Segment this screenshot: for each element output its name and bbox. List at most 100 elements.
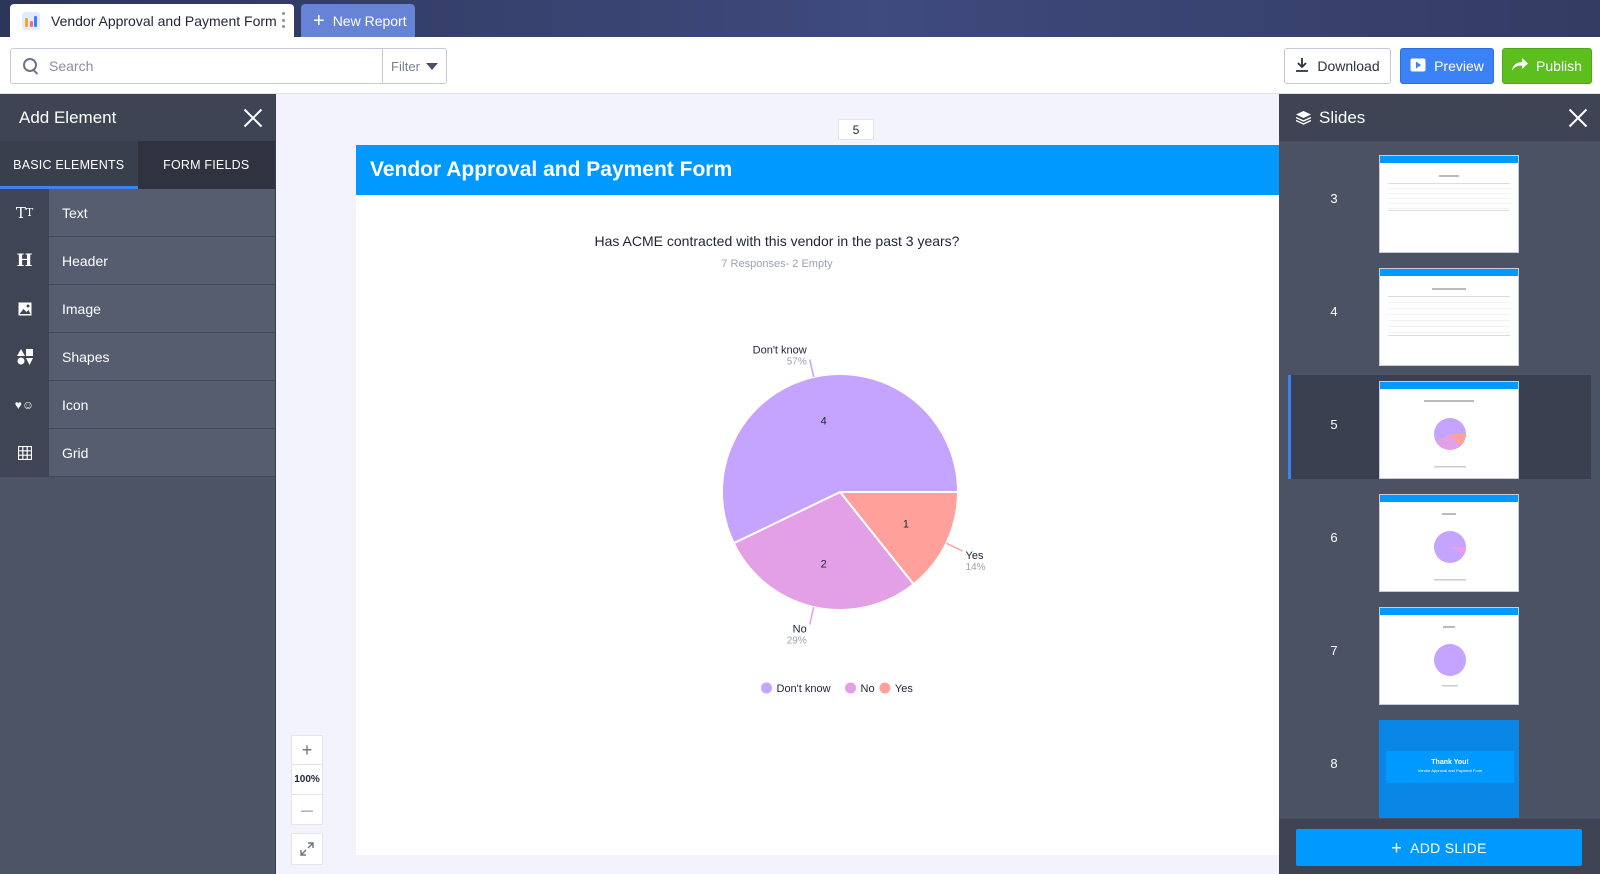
download-button[interactable]: Download bbox=[1284, 48, 1391, 84]
funnel-icon bbox=[425, 62, 438, 70]
slide-thumb-6[interactable]: 6 bbox=[1288, 488, 1591, 592]
slide-preview bbox=[1379, 155, 1519, 253]
play-icon bbox=[1410, 58, 1426, 75]
pie-leader-line bbox=[945, 542, 963, 552]
legend-swatch[interactable] bbox=[845, 682, 856, 694]
legend-label[interactable]: Yes bbox=[895, 683, 913, 695]
close-icon[interactable] bbox=[1568, 108, 1588, 128]
legend-label[interactable]: Don't know bbox=[777, 683, 831, 695]
slide-5[interactable]: Vendor Approval and Payment Form Has ACM… bbox=[356, 145, 1279, 855]
pie-leader-line bbox=[809, 606, 815, 625]
pie-value-label: 4 bbox=[821, 416, 827, 428]
legend-swatch[interactable] bbox=[879, 682, 891, 694]
toolbar: Filter Download Preview Publish bbox=[0, 37, 1600, 94]
preview-label: Preview bbox=[1434, 58, 1484, 74]
pie-slice-dont-know[interactable] bbox=[721, 373, 960, 545]
expand-icon bbox=[300, 842, 314, 856]
slides-panel: Slides 3 4 5 6 7 8 Thank You! Vendor App… bbox=[1279, 94, 1600, 874]
slide-preview bbox=[1379, 494, 1519, 592]
element-label: Grid bbox=[62, 444, 89, 461]
tab-report[interactable]: Vendor Approval and Payment Form bbox=[10, 4, 294, 37]
grid-icon bbox=[0, 428, 49, 477]
element-item-text[interactable]: TT Text bbox=[0, 188, 275, 237]
publish-label: Publish bbox=[1536, 58, 1582, 74]
slide-number: 6 bbox=[1330, 530, 1338, 545]
image-icon bbox=[0, 284, 49, 333]
shapes-icon bbox=[0, 332, 49, 381]
element-list: TT Text H Header Image Shapes ♥☺ Icon Gr… bbox=[0, 188, 275, 477]
thanks-subtitle: Vendor Approval and Payment Form bbox=[1417, 768, 1483, 773]
tab-menu-icon[interactable] bbox=[281, 12, 285, 28]
layers-icon bbox=[1295, 110, 1312, 125]
search-box: Filter bbox=[10, 48, 447, 84]
slide-title[interactable]: Vendor Approval and Payment Form bbox=[356, 145, 1279, 195]
tab-bar: Vendor Approval and Payment Form + New R… bbox=[0, 0, 1600, 37]
tab-form-fields[interactable]: FORM FIELDS bbox=[138, 141, 276, 189]
slide-number: 8 bbox=[1330, 756, 1338, 771]
slide-thumb-5[interactable]: 5 bbox=[1288, 375, 1591, 479]
slide-thumb-3[interactable]: 3 bbox=[1288, 149, 1591, 253]
add-element-panel: Add Element BASIC ELEMENTS FORM FIELDS T… bbox=[0, 94, 276, 874]
element-label: Image bbox=[62, 300, 101, 317]
element-item-grid[interactable]: Grid bbox=[0, 428, 275, 477]
pie-chart: 1Yes14%2No29%4Don't know57%Don't know No Y… bbox=[721, 344, 986, 695]
zoom-out-button[interactable]: — bbox=[291, 795, 323, 825]
pie-percent-label: 29% bbox=[787, 636, 807, 647]
slide-preview bbox=[1379, 607, 1519, 705]
chart-subtitle: 7 Responses- 2 Empty bbox=[721, 258, 833, 270]
add-element-title: Add Element bbox=[19, 107, 117, 127]
new-report-button[interactable]: + New Report bbox=[301, 4, 415, 37]
thanks-title: Thank You! bbox=[1431, 759, 1469, 766]
legend-label[interactable]: No bbox=[861, 683, 875, 695]
close-icon[interactable] bbox=[243, 108, 263, 128]
plus-icon: + bbox=[1391, 837, 1403, 858]
plus-icon: + bbox=[313, 9, 325, 32]
slide-thumb-7[interactable]: 7 bbox=[1288, 601, 1591, 705]
slide-number: 7 bbox=[1330, 643, 1338, 658]
text-icon: TT bbox=[0, 188, 49, 237]
report-logo-icon bbox=[22, 11, 40, 30]
zoom-in-button[interactable]: + bbox=[291, 735, 323, 765]
element-item-image[interactable]: Image bbox=[0, 284, 275, 333]
search-icon bbox=[23, 58, 39, 74]
download-icon bbox=[1295, 57, 1309, 76]
slide-preview bbox=[1379, 268, 1519, 366]
fullscreen-button[interactable] bbox=[291, 833, 323, 865]
slide-number: 3 bbox=[1330, 191, 1338, 206]
slide-preview bbox=[1379, 381, 1519, 479]
filter-label: Filter bbox=[391, 58, 420, 74]
slide-thumb-4[interactable]: 4 bbox=[1288, 262, 1591, 366]
pie-value-label: 1 bbox=[903, 519, 909, 531]
add-slide-label: ADD SLIDE bbox=[1410, 839, 1487, 856]
pie-leader-line bbox=[809, 359, 815, 378]
pie-slice-yes[interactable] bbox=[837, 491, 960, 586]
zoom-level: 100% bbox=[291, 765, 323, 795]
add-element-header: Add Element bbox=[0, 94, 275, 141]
preview-button[interactable]: Preview bbox=[1400, 48, 1494, 84]
page-number: 5 bbox=[838, 119, 874, 140]
new-report-label: New Report bbox=[332, 12, 407, 29]
publish-button[interactable]: Publish bbox=[1502, 48, 1592, 84]
chart-title: Has ACME contracted with this vendor in … bbox=[594, 233, 960, 249]
element-label: Shapes bbox=[62, 348, 110, 365]
slides-header: Slides bbox=[1279, 94, 1600, 141]
download-label: Download bbox=[1317, 58, 1380, 74]
pie-value-label: 2 bbox=[821, 558, 827, 570]
search-input[interactable] bbox=[49, 58, 382, 74]
slides-title: Slides bbox=[1319, 107, 1366, 127]
legend-swatch[interactable] bbox=[761, 682, 772, 694]
report-canvas: 5 Vendor Approval and Payment Form Has A… bbox=[277, 94, 1279, 874]
slide-list: 3 4 5 6 7 8 Thank You! Vendor Approval a… bbox=[1279, 141, 1600, 819]
element-label: Text bbox=[62, 204, 88, 221]
tab-basic-elements[interactable]: BASIC ELEMENTS bbox=[0, 141, 138, 189]
filter-button[interactable]: Filter bbox=[382, 49, 446, 83]
element-item-shapes[interactable]: Shapes bbox=[0, 332, 275, 381]
share-arrow-icon bbox=[1512, 58, 1529, 74]
pie-percent-label: 57% bbox=[787, 356, 807, 367]
pie-slice-no[interactable] bbox=[732, 490, 915, 611]
slide-thumb-8[interactable]: 8 Thank You! Vendor Approval and Payment… bbox=[1288, 714, 1591, 818]
element-item-header[interactable]: H Header bbox=[0, 236, 275, 285]
slide-number: 5 bbox=[1330, 417, 1338, 432]
add-slide-button[interactable]: + ADD SLIDE bbox=[1296, 829, 1582, 866]
element-item-icon[interactable]: ♥☺ Icon bbox=[0, 380, 275, 429]
